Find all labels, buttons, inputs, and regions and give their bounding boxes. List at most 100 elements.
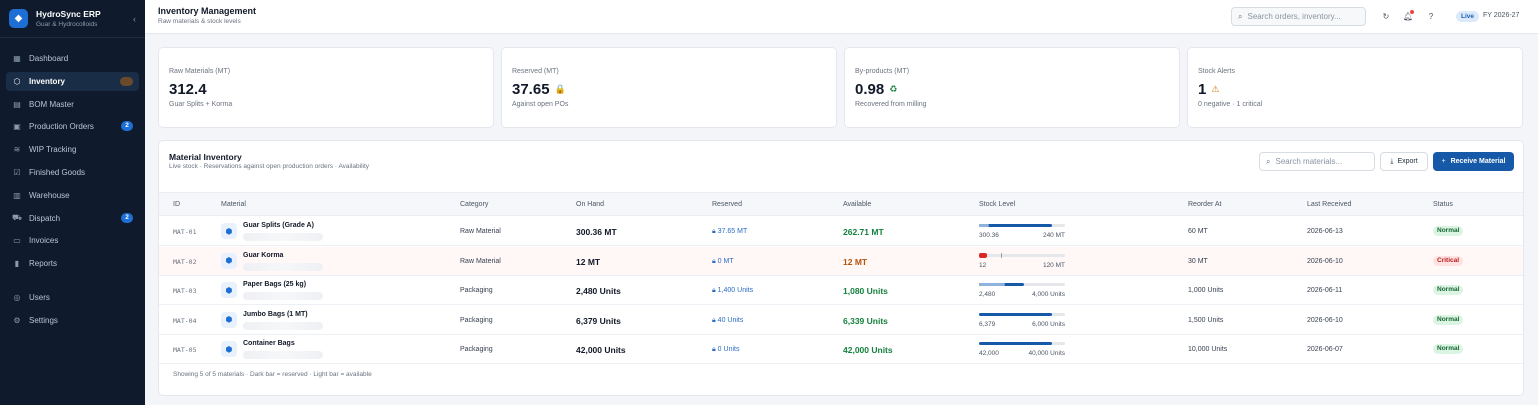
stat-card: Stock Alerts 1 ⚠ 0 negative · 1 critical bbox=[1187, 47, 1523, 128]
sidebar-nav: ▦ Dashboard ⬡ Inventory ▤ BOM Master ▣ Producti… bbox=[0, 38, 145, 330]
sidebar-item-finished-goods[interactable]: ☑ Finished Goods bbox=[6, 163, 139, 182]
plus-icon: + bbox=[1441, 158, 1446, 165]
sidebar-item-label: Settings bbox=[29, 315, 58, 325]
collapse-sidebar-button[interactable]: ‹ bbox=[133, 14, 136, 24]
column-header[interactable]: Category bbox=[460, 201, 488, 208]
stat-subtext: Against open POs bbox=[512, 101, 569, 108]
category: Packaging bbox=[460, 346, 493, 353]
reserved-value: 0 MT bbox=[717, 257, 734, 265]
bell-icon[interactable]: 🔔︎ bbox=[1403, 10, 1414, 21]
sidebar-item-label: WIP Tracking bbox=[29, 145, 77, 155]
table-row[interactable]: MAT-01 ⬢ Guar Splits (Grade A) Raw Material… bbox=[159, 217, 1523, 246]
page-subtitle: Raw materials & stock levels bbox=[158, 18, 241, 25]
search-icon: ⌕ bbox=[1238, 11, 1243, 21]
sidebar-item-bom-master[interactable]: ▤ BOM Master bbox=[6, 95, 139, 114]
sidebar-item-label: Reports bbox=[29, 259, 58, 269]
column-header[interactable]: Reorder At bbox=[1188, 201, 1221, 208]
column-header[interactable]: Stock Level bbox=[979, 201, 1015, 208]
reserved[interactable]: 🔒︎ 0 MT bbox=[712, 258, 734, 266]
cube-icon: ⬢ bbox=[221, 282, 237, 298]
sidebar-item-label: Users bbox=[29, 292, 50, 302]
live-badge: Live bbox=[1456, 11, 1480, 22]
reserved[interactable]: 🔒︎ 40 Units bbox=[712, 317, 743, 325]
column-header[interactable]: Available bbox=[843, 201, 871, 208]
sidebar-item-dashboard[interactable]: ▦ Dashboard bbox=[6, 49, 139, 68]
sidebar-item-production-orders[interactable]: ▣ Production Orders 2 bbox=[6, 117, 139, 136]
cube-icon: ⬢ bbox=[221, 223, 237, 239]
sidebar-item-dispatch[interactable]: ⛟ Dispatch 2 bbox=[6, 209, 139, 228]
stock-level-max: 40,000 Units bbox=[1028, 350, 1066, 357]
table-row[interactable]: MAT-05 ⬢ Container Bags Packaging 42,000 Uni… bbox=[159, 335, 1523, 364]
global-search-input[interactable]: ⌕ Search orders, inventory... bbox=[1231, 7, 1366, 26]
export-button[interactable]: ⤓ Export bbox=[1380, 152, 1428, 171]
book-icon: ▤ bbox=[13, 99, 21, 109]
stock-reserved-fill bbox=[979, 224, 989, 227]
users-icon: ◎ bbox=[13, 292, 21, 302]
help-icon[interactable]: ? bbox=[1426, 11, 1436, 21]
stock-level-max: 240 MT bbox=[1042, 232, 1065, 239]
on-hand: 42,000 Units bbox=[576, 345, 626, 355]
brand: ◆ HydroSync ERP Guar & Hydrocolloids ‹ bbox=[0, 0, 145, 38]
active-indicator bbox=[120, 76, 133, 86]
reserved-value: 40 Units bbox=[717, 316, 744, 324]
column-header[interactable]: Status bbox=[1433, 201, 1453, 208]
stat-value: 312.4 bbox=[169, 81, 207, 98]
material-name: Guar Korma bbox=[243, 251, 284, 259]
stat-number: 0.98 bbox=[855, 81, 885, 98]
column-header[interactable]: Reserved bbox=[712, 201, 742, 208]
stock-level-bar bbox=[979, 312, 1065, 316]
refresh-icon[interactable]: ↻ bbox=[1381, 11, 1391, 21]
table-footer: Showing 5 of 5 materials · Dark bar = re… bbox=[173, 371, 372, 378]
reserved[interactable]: 🔒︎ 1,400 Units bbox=[712, 287, 753, 295]
sidebar-item-settings[interactable]: ⚙ Settings bbox=[6, 311, 139, 330]
reserved[interactable]: 🔒︎ 0 Units bbox=[712, 346, 739, 354]
sidebar-item-label: BOM Master bbox=[29, 99, 74, 109]
column-header[interactable]: Last Received bbox=[1307, 201, 1351, 208]
sidebar-item-reports[interactable]: ▮ Reports bbox=[6, 254, 139, 273]
stock-level-max: 4,000 Units bbox=[1032, 291, 1065, 298]
building-icon: ▥ bbox=[13, 190, 21, 200]
column-header[interactable]: ID bbox=[173, 201, 180, 208]
stat-label: Stock Alerts bbox=[1198, 68, 1235, 75]
sidebar-item-wip-tracking[interactable]: ≋ WIP Tracking bbox=[6, 140, 139, 159]
column-header[interactable]: Material bbox=[221, 201, 246, 208]
material-id: MAT-05 bbox=[173, 346, 197, 354]
status-badge: Normal bbox=[1433, 344, 1464, 354]
table-row[interactable]: MAT-02 ⬢ Guar Korma Raw Material 12 MT 🔒︎ 0 M… bbox=[159, 246, 1523, 276]
sidebar-item-users[interactable]: ◎ Users bbox=[6, 288, 139, 307]
sidebar-item-label: Finished Goods bbox=[29, 167, 86, 177]
status-badge: Critical bbox=[1433, 255, 1464, 266]
status-badge: Normal bbox=[1433, 314, 1464, 325]
sidebar-item-invoices[interactable]: ▭ Invoices bbox=[6, 231, 139, 250]
stock-level-max: 6,000 Units bbox=[1032, 320, 1065, 328]
material-search-input[interactable]: ⌕ Search materials... bbox=[1259, 152, 1375, 171]
reserved-value: 37.65 MT bbox=[717, 228, 748, 235]
last-received: 2026-06-07 bbox=[1307, 346, 1343, 353]
chart-icon: ▮ bbox=[14, 259, 20, 269]
reorder-at: 10,000 Units bbox=[1188, 346, 1228, 353]
material-detail-redacted bbox=[243, 321, 323, 330]
clipboard-icon: ▣ bbox=[13, 122, 21, 132]
stat-card: By-products (MT) 0.98 ♻ Recovered from mill… bbox=[844, 47, 1180, 128]
panel-subtitle: Live stock · Reservations against open p… bbox=[169, 163, 370, 170]
available: 42,000 Units bbox=[843, 345, 893, 355]
reserved[interactable]: 🔒︎ 37.65 MT bbox=[712, 228, 747, 236]
stock-level-bar bbox=[979, 283, 1065, 286]
warning-icon: ⚠ bbox=[1211, 84, 1220, 94]
status-badge: Normal bbox=[1433, 285, 1464, 295]
fiscal-year-label[interactable]: FY 2026-27 bbox=[1483, 12, 1519, 19]
sidebar-item-inventory[interactable]: ⬡ Inventory bbox=[6, 71, 139, 91]
table-row[interactable]: MAT-04 ⬢ Jumbo Bags (1 MT) Packaging 6,379 U… bbox=[159, 305, 1523, 335]
stat-subtext: Guar Splits + Korma bbox=[169, 101, 233, 108]
last-received: 2026-06-13 bbox=[1307, 228, 1343, 235]
search-icon: ⌕ bbox=[1266, 156, 1271, 166]
material-name: Container Bags bbox=[243, 340, 295, 347]
material-detail-redacted bbox=[243, 292, 323, 300]
global-search-placeholder: Search orders, inventory... bbox=[1247, 12, 1341, 21]
column-header[interactable]: On Hand bbox=[576, 201, 604, 208]
sidebar-item-label: Dispatch bbox=[29, 213, 61, 223]
sidebar-item-warehouse[interactable]: ▥ Warehouse bbox=[6, 186, 139, 205]
receive-material-button[interactable]: + Receive Material bbox=[1433, 152, 1514, 171]
last-received: 2026-06-10 bbox=[1307, 257, 1343, 265]
table-row[interactable]: MAT-03 ⬢ Paper Bags (25 kg) Packaging 2,480 … bbox=[159, 276, 1523, 305]
